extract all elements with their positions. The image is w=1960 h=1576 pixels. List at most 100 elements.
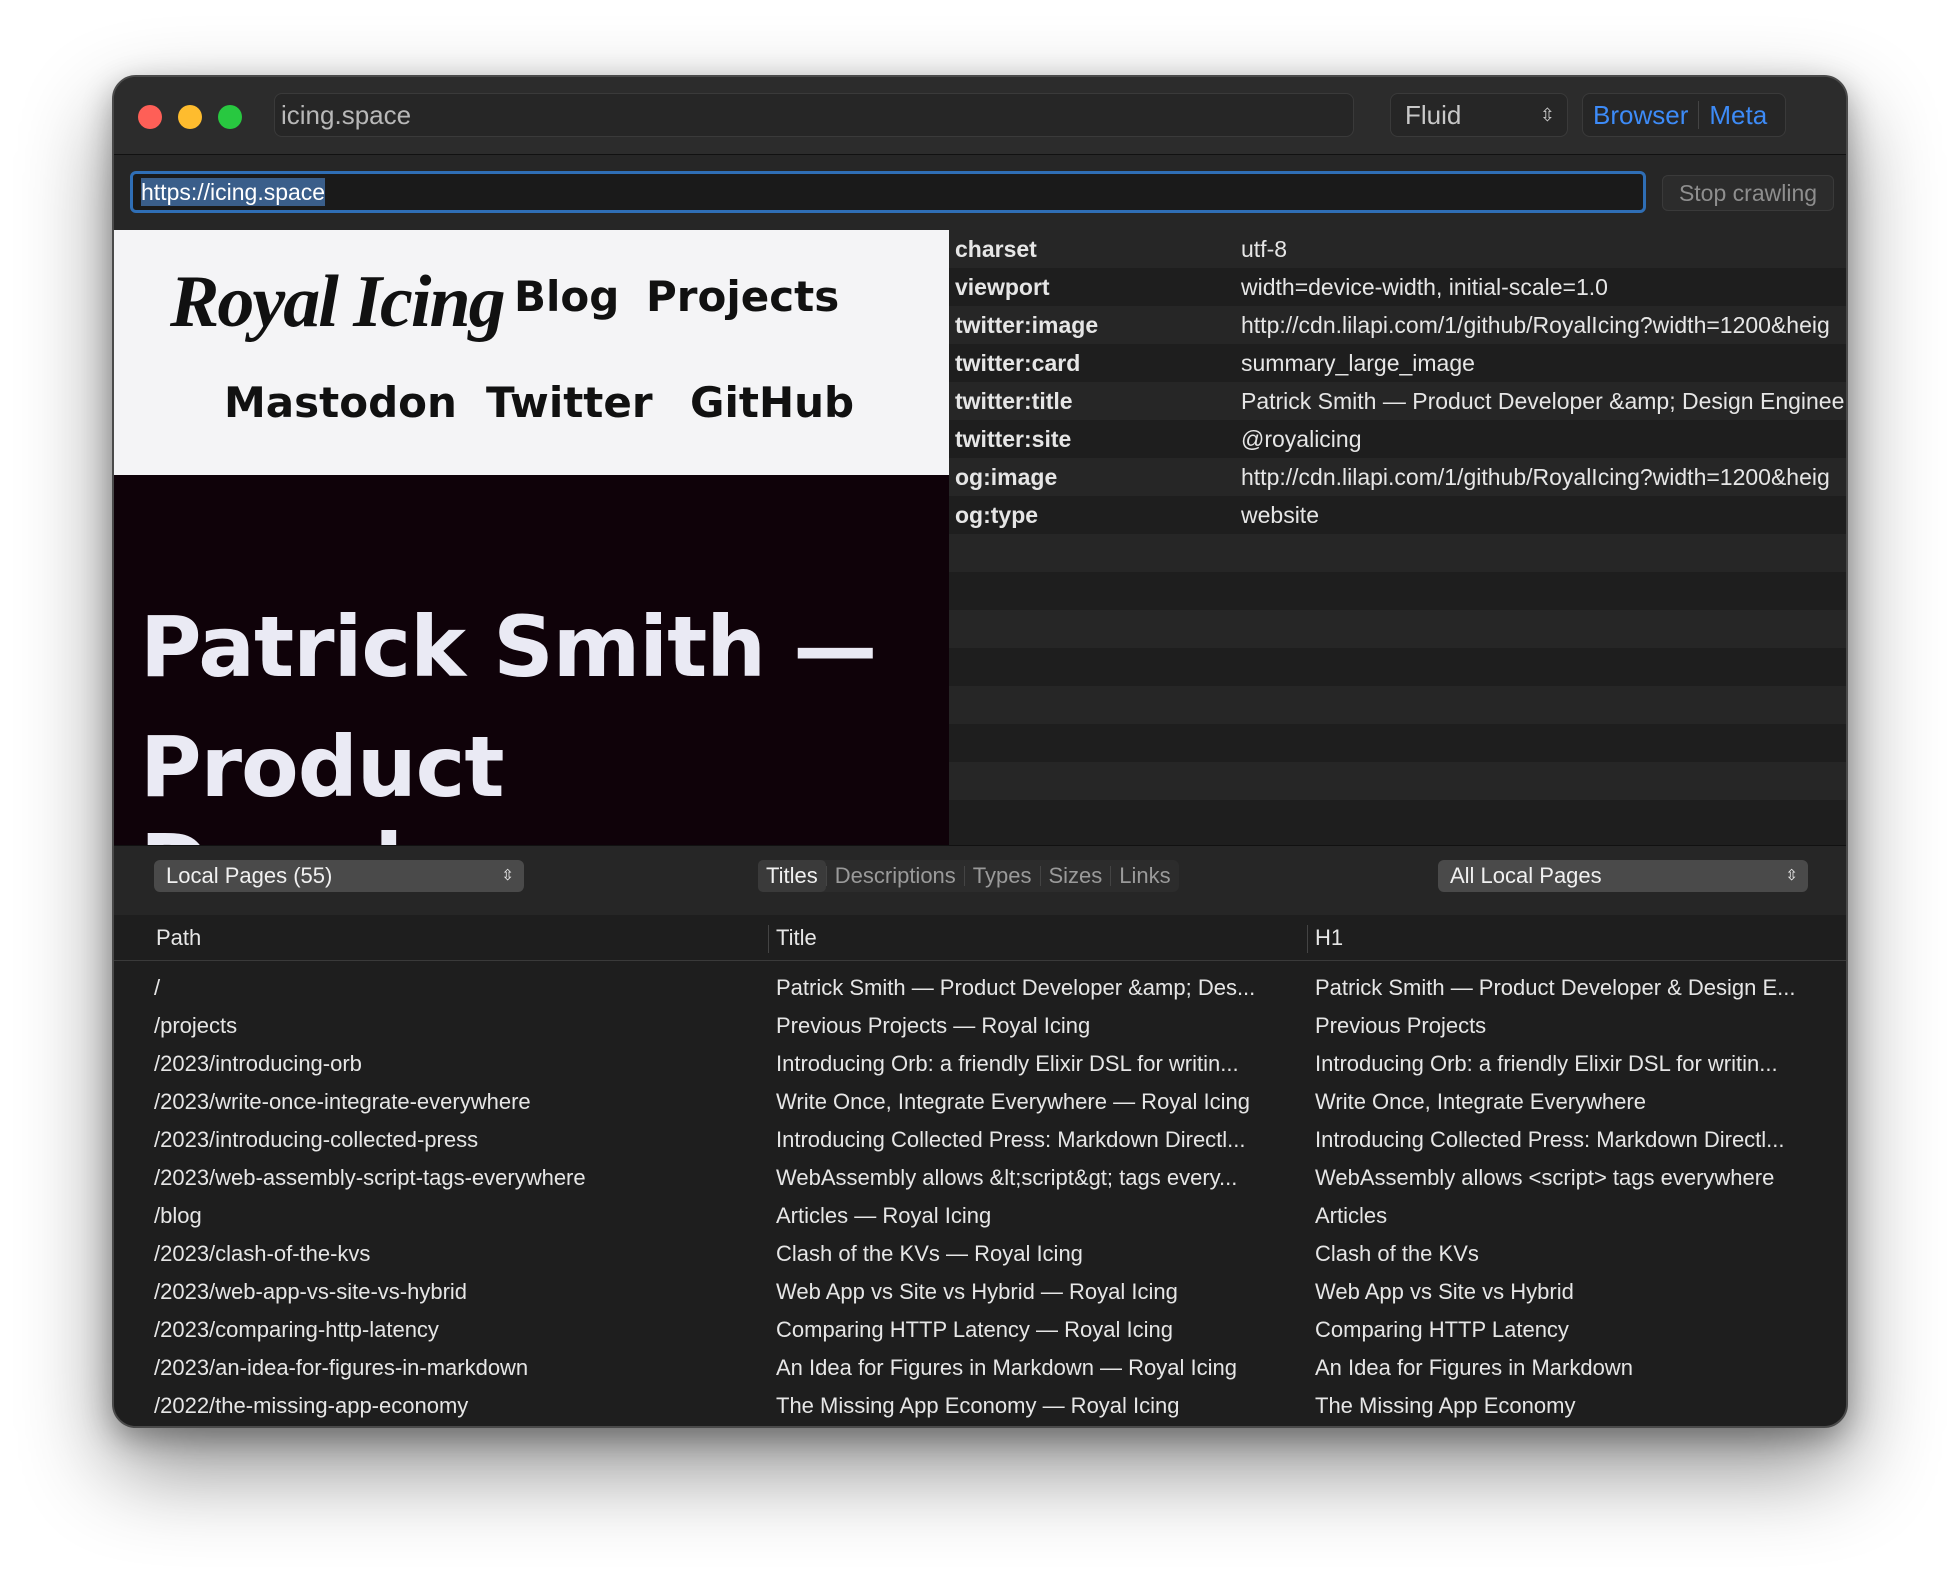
layout-mode-select[interactable]: Fluid ⇳ <box>1390 93 1568 137</box>
cell-title: Articles — Royal Icing <box>776 1203 992 1228</box>
url-input[interactable]: https://icing.space <box>130 171 1646 213</box>
empty-row <box>949 800 1846 838</box>
nav-link-blog[interactable]: Blog <box>514 272 619 321</box>
table-row[interactable]: /2023/introducing-orb Introducing Orb: a… <box>114 1045 1846 1083</box>
table-row[interactable]: /2023/comparing-http-latency Comparing H… <box>114 1311 1846 1349</box>
site-name-field[interactable]: icing.space <box>274 93 1354 137</box>
meta-row[interactable]: charset utf-8 <box>949 230 1846 268</box>
cell-h1: Comparing HTTP Latency <box>1315 1317 1569 1342</box>
meta-key: twitter:title <box>955 388 1073 414</box>
table-row[interactable]: /2023/introducing-collected-press Introd… <box>114 1121 1846 1159</box>
url-text: https://icing.space <box>141 178 326 206</box>
cell-path: / <box>154 975 161 1000</box>
cell-h1: Introducing Orb: a friendly Elixir DSL f… <box>1315 1051 1778 1076</box>
table-row[interactable]: /2023/write-once-integrate-everywhere Wr… <box>114 1083 1846 1121</box>
empty-row <box>949 572 1846 610</box>
table-row[interactable]: /2023/an-idea-for-figures-in-markdown An… <box>114 1349 1846 1387</box>
tab-descriptions[interactable]: Descriptions <box>827 860 964 892</box>
table-row[interactable]: /blog Articles — Royal Icing Articles <box>114 1197 1846 1235</box>
table-header: Path Title H1 <box>114 915 1846 961</box>
cell-h1: The Missing App Economy <box>1315 1393 1576 1418</box>
minimize-window-button[interactable] <box>178 105 202 129</box>
column-header-title[interactable]: Title <box>776 915 817 961</box>
tab-sizes[interactable]: Sizes <box>1041 860 1111 892</box>
column-divider[interactable] <box>768 925 769 953</box>
meta-tags-table: charset utf-8 viewport width=device-widt… <box>949 230 1846 845</box>
pages-source-label: Local Pages (55) <box>166 863 333 888</box>
table-row[interactable]: /2022/the-missing-app-economy The Missin… <box>114 1387 1846 1425</box>
pages-source-select[interactable]: Local Pages (55) ⇳ <box>154 860 524 892</box>
pages-filter-label: All Local Pages <box>1450 863 1602 888</box>
column-divider[interactable] <box>1307 925 1308 953</box>
meta-row[interactable]: og:type website <box>949 496 1846 534</box>
empty-row <box>949 648 1846 686</box>
empty-row <box>949 610 1846 648</box>
cell-title: Introducing Orb: a friendly Elixir DSL f… <box>776 1051 1239 1076</box>
browser-preview[interactable]: Royal Icing Blog Projects Mastodon Twitt… <box>114 230 949 845</box>
table-row[interactable]: /2023/web-app-vs-site-vs-hybrid Web App … <box>114 1273 1846 1311</box>
cell-path: /projects <box>154 1013 238 1038</box>
cell-path: /2023/clash-of-the-kvs <box>154 1241 371 1266</box>
site-header: Royal Icing Blog Projects Mastodon Twitt… <box>114 230 949 475</box>
meta-key: charset <box>955 236 1037 262</box>
empty-row <box>949 762 1846 800</box>
meta-key: viewport <box>955 274 1050 300</box>
updown-chevron-icon: ⇳ <box>1539 105 1555 125</box>
tab-links[interactable]: Links <box>1111 860 1178 892</box>
site-logo[interactable]: Royal Icing <box>170 260 506 345</box>
crawl-controls-bar: Local Pages (55) ⇳ Titles Descriptions T… <box>114 845 1846 915</box>
meta-row[interactable]: og:image http://cdn.lilapi.com/1/github/… <box>949 458 1846 496</box>
meta-row[interactable]: twitter:site @royalicing <box>949 420 1846 458</box>
cell-h1: Articles <box>1315 1203 1388 1228</box>
meta-value: http://cdn.lilapi.com/1/github/RoyalIcin… <box>1241 464 1830 490</box>
nav-link-mastodon[interactable]: Mastodon <box>224 378 457 427</box>
table-row[interactable]: /2023/web-assembly-script-tags-everywher… <box>114 1159 1846 1197</box>
meta-row[interactable]: twitter:image http://cdn.lilapi.com/1/gi… <box>949 306 1846 344</box>
cell-path: /2023/introducing-orb <box>154 1051 362 1076</box>
cell-h1: Write Once, Integrate Everywhere <box>1315 1089 1646 1114</box>
cell-path: /blog <box>154 1203 202 1228</box>
cell-h1: An Idea for Figures in Markdown <box>1315 1355 1633 1380</box>
cell-title: An Idea for Figures in Markdown — Royal … <box>776 1355 1237 1380</box>
hero-heading-line-1: Patrick Smith — <box>140 598 877 696</box>
view-segmented-control: Browser Meta <box>1582 93 1786 137</box>
url-toolbar: https://icing.space Stop crawling <box>114 155 1846 230</box>
nav-link-twitter[interactable]: Twitter <box>486 378 653 427</box>
table-row[interactable]: /projects Previous Projects — Royal Icin… <box>114 1007 1846 1045</box>
nav-link-github[interactable]: GitHub <box>690 378 854 427</box>
table-row[interactable]: /2023/clash-of-the-kvs Clash of the KVs … <box>114 1235 1846 1273</box>
cell-title: Web App vs Site vs Hybrid — Royal Icing <box>776 1279 1178 1304</box>
cell-h1: Patrick Smith — Product Developer & Desi… <box>1315 975 1796 1000</box>
column-header-path[interactable]: Path <box>156 915 201 961</box>
meta-key: twitter:image <box>955 312 1099 338</box>
view-meta-button[interactable]: Meta <box>1699 94 1777 136</box>
cell-path: /2023/web-assembly-script-tags-everywher… <box>154 1165 586 1190</box>
tab-titles[interactable]: Titles <box>758 860 826 892</box>
cell-title: Clash of the KVs — Royal Icing <box>776 1241 1083 1266</box>
tab-types[interactable]: Types <box>965 860 1040 892</box>
pages-filter-select[interactable]: All Local Pages ⇳ <box>1438 860 1808 892</box>
table-row[interactable]: / Patrick Smith — Product Developer &amp… <box>114 969 1846 1007</box>
meta-row[interactable]: twitter:title Patrick Smith — Product De… <box>949 382 1846 420</box>
cell-path: /2023/comparing-http-latency <box>154 1317 439 1342</box>
zoom-window-button[interactable] <box>218 105 242 129</box>
cell-h1: Clash of the KVs <box>1315 1241 1479 1266</box>
cell-path: /2023/write-once-integrate-everywhere <box>154 1089 531 1114</box>
cell-title: Patrick Smith — Product Developer &amp; … <box>776 975 1256 1000</box>
column-header-h1[interactable]: H1 <box>1315 915 1343 961</box>
meta-row[interactable]: viewport width=device-width, initial-sca… <box>949 268 1846 306</box>
cell-title: WebAssembly allows &lt;script&gt; tags e… <box>776 1165 1238 1190</box>
nav-link-projects[interactable]: Projects <box>646 272 839 321</box>
stop-crawling-button[interactable]: Stop crawling <box>1662 175 1834 211</box>
cell-title: Write Once, Integrate Everywhere — Royal… <box>776 1089 1251 1114</box>
meta-row[interactable]: twitter:card summary_large_image <box>949 344 1846 382</box>
meta-key: twitter:site <box>955 426 1072 452</box>
title-bar: icing.space Fluid ⇳ Browser Meta <box>114 77 1846 155</box>
meta-value: Patrick Smith — Product Developer &amp; … <box>1241 388 1845 414</box>
view-browser-button[interactable]: Browser <box>1583 94 1698 136</box>
close-window-button[interactable] <box>138 105 162 129</box>
meta-key: twitter:card <box>955 350 1081 376</box>
cell-h1: WebAssembly allows <script> tags everywh… <box>1315 1165 1775 1190</box>
updown-chevron-icon: ⇳ <box>1785 867 1798 884</box>
app-window: icing.space Fluid ⇳ Browser Meta https:/… <box>112 75 1848 1428</box>
